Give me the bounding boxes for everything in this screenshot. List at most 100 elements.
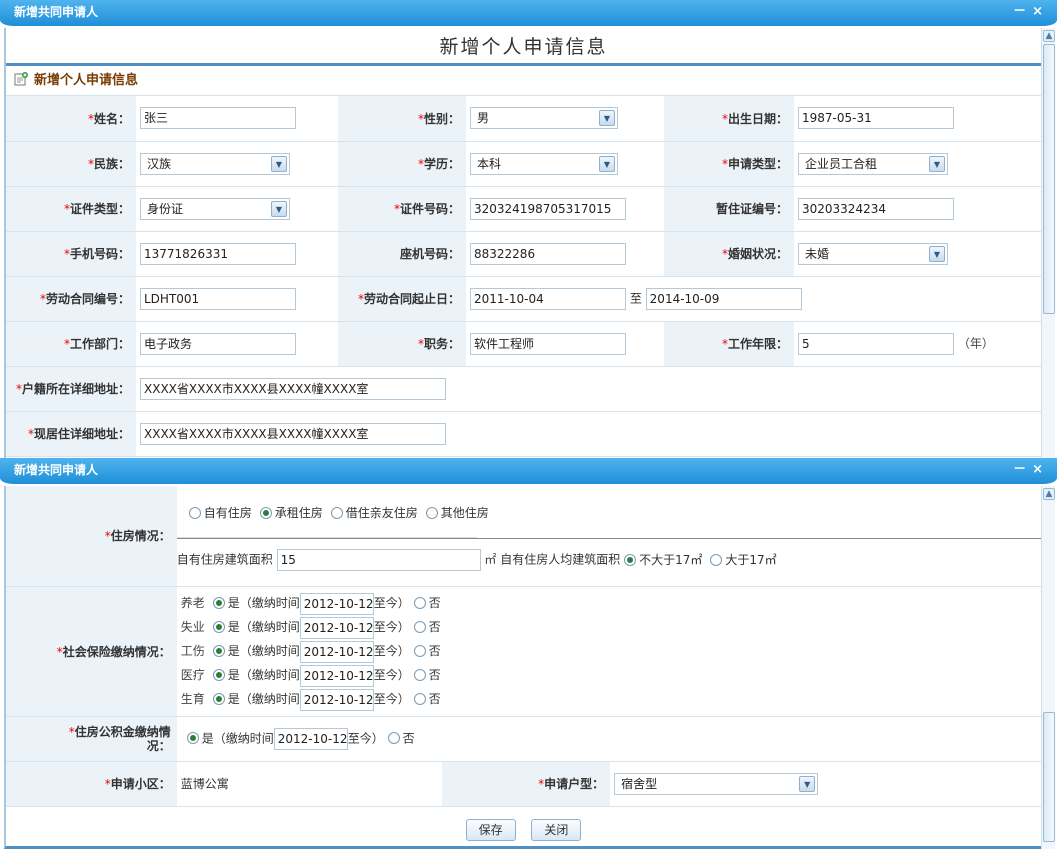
insurance-date-input[interactable]: 2012-10-12 — [299, 688, 374, 711]
hukou-address-input[interactable]: XXXX省XXXX市XXXX县XXXX幢XXXX室 — [140, 377, 446, 400]
field-label: *学历： — [338, 141, 466, 187]
work-years-input[interactable]: 5 — [798, 332, 954, 355]
close-icon[interactable]: × — [1032, 4, 1049, 19]
field-label: *婚姻状况： — [664, 231, 794, 277]
housing-option-rent[interactable]: 承租住房 — [259, 506, 323, 520]
chevron-down-icon[interactable]: ▼ — [929, 245, 945, 262]
window-controls: －× — [1013, 0, 1049, 24]
fund-date-input[interactable]: 2012-10-12 — [273, 727, 348, 750]
field-label: *职务： — [338, 321, 466, 367]
minimize-icon[interactable]: － — [1013, 4, 1032, 19]
radio-icon[interactable] — [413, 693, 426, 705]
radio-icon[interactable] — [425, 507, 438, 520]
landline-input[interactable]: 88322286 — [470, 242, 626, 265]
form-row: *现居住详细地址： XXXX省XXXX市XXXX县XXXX幢XXXX室 — [6, 411, 1041, 457]
vertical-scrollbar[interactable]: ▲ — [1041, 28, 1055, 458]
area-label: 自有住房建筑面积 — [176, 552, 273, 567]
scroll-thumb[interactable] — [1043, 44, 1055, 314]
scroll-up-icon[interactable]: ▲ — [1043, 30, 1055, 42]
button-bar: 保存 关闭 — [6, 807, 1041, 841]
birth-date-input[interactable]: 1987-05-31 — [798, 107, 954, 130]
area-input[interactable]: 15 — [276, 549, 481, 572]
contract-end-input[interactable]: 2014-10-09 — [645, 287, 802, 310]
chevron-down-icon[interactable]: ▼ — [599, 110, 615, 127]
insurance-date-input[interactable]: 2012-10-12 — [299, 640, 374, 663]
radio-selected-icon[interactable] — [212, 597, 225, 609]
temp-permit-input[interactable]: 30203324234 — [798, 197, 954, 220]
radio-icon[interactable] — [413, 621, 426, 633]
housing-option-borrow[interactable]: 借住亲友住房 — [330, 506, 418, 520]
scroll-up-icon[interactable]: ▲ — [1043, 488, 1055, 500]
chevron-down-icon[interactable]: ▼ — [271, 200, 287, 217]
contract-number-input[interactable]: LDHT001 — [140, 287, 296, 310]
radio-selected-icon[interactable] — [212, 621, 225, 633]
form-row: *民族： 汉族 ▼ *学历： 本科 ▼ *申请类型： 企业员工合租 ▼ — [6, 141, 1041, 187]
insurance-date-input[interactable]: 2012-10-12 — [299, 664, 374, 687]
save-button[interactable]: 保存 — [465, 818, 516, 841]
field-label: *证件类型： — [6, 186, 136, 232]
contract-start-input[interactable]: 2011-10-04 — [470, 287, 626, 310]
fund-group: 是（缴纳时间 2012-10-12至今） 否 — [176, 716, 1041, 762]
form-row: *证件类型： 身份证 ▼ *证件号码： 320324198705317015 暂住… — [6, 186, 1041, 232]
education-select[interactable]: 本科 ▼ — [470, 152, 618, 175]
radio-selected-icon[interactable] — [186, 732, 199, 744]
radio-icon[interactable] — [413, 669, 426, 681]
id-type-select[interactable]: 身份证 ▼ — [140, 197, 290, 220]
form-row: *住房情况： 自有住房 承租住房 借住亲友住房 其他住房 自有住房建筑面积 15 ㎡ … — [6, 486, 1041, 587]
unit-type-select[interactable]: 宿舍型 ▼ — [614, 772, 819, 795]
window-title: 新增共同申请人 — [14, 463, 99, 477]
radio-selected-icon[interactable] — [212, 693, 225, 705]
scroll-thumb[interactable] — [1043, 712, 1055, 842]
ethnicity-select[interactable]: 汉族 ▼ — [140, 152, 290, 175]
close-button[interactable]: 关闭 — [531, 818, 582, 841]
close-icon[interactable]: × — [1032, 462, 1049, 477]
field-label: *工作年限： — [664, 321, 794, 367]
name-input[interactable]: 张三 — [140, 107, 296, 130]
window-controls: －× — [1013, 458, 1049, 482]
chevron-down-icon[interactable]: ▼ — [271, 155, 287, 172]
window-bottom: 新增共同申请人 －× *住房情况： 自有住房 承租住房 借住亲友住房 其他住房 自有住… — [0, 458, 1057, 855]
minimize-icon[interactable]: － — [1013, 462, 1032, 477]
radio-icon[interactable] — [387, 732, 400, 744]
add-document-icon — [14, 68, 28, 86]
avg-option-le17[interactable]: 不大于17㎡ — [624, 553, 702, 567]
housing-option-own[interactable]: 自有住房 — [188, 506, 252, 520]
field-label: *社会保险缴纳情况： — [6, 586, 177, 717]
window-title: 新增共同申请人 — [14, 5, 99, 19]
radio-icon[interactable] — [413, 645, 426, 657]
gender-select[interactable]: 男 ▼ — [470, 107, 618, 130]
chevron-down-icon[interactable]: ▼ — [929, 155, 945, 172]
field-label: *手机号码： — [6, 231, 136, 277]
window-titlebar[interactable]: 新增共同申请人 －× — [0, 0, 1057, 26]
chevron-down-icon[interactable]: ▼ — [599, 155, 615, 172]
apply-type-select[interactable]: 企业员工合租 ▼ — [798, 152, 948, 175]
housing-info-table: *住房情况： 自有住房 承租住房 借住亲友住房 其他住房 自有住房建筑面积 15 ㎡ … — [6, 486, 1041, 807]
radio-selected-icon[interactable] — [212, 645, 225, 657]
radio-icon[interactable] — [710, 553, 723, 566]
field-label: *户籍所在详细地址： — [6, 366, 136, 412]
insurance-date-input[interactable]: 2012-10-12 — [299, 592, 374, 615]
id-number-input[interactable]: 320324198705317015 — [470, 197, 626, 220]
avg-option-gt17[interactable]: 大于17㎡ — [710, 553, 777, 567]
window-titlebar[interactable]: 新增共同申请人 －× — [0, 458, 1057, 484]
avg-area-label: 自有住房人均建筑面积 — [500, 552, 621, 567]
radio-icon[interactable] — [330, 507, 343, 520]
vertical-scrollbar[interactable]: ▲ — [1041, 486, 1055, 849]
form-row: *申请小区： 蓝博公寓 *申请户型： 宿舍型 ▼ — [6, 761, 1041, 807]
chevron-down-icon[interactable]: ▼ — [799, 775, 816, 792]
mobile-input[interactable]: 13771826331 — [140, 242, 296, 265]
radio-selected-icon[interactable] — [212, 669, 225, 681]
insurance-date-input[interactable]: 2012-10-12 — [299, 616, 374, 639]
radio-selected-icon[interactable] — [259, 507, 272, 520]
page-title: 新增个人申请信息 — [6, 28, 1041, 66]
housing-option-other[interactable]: 其他住房 — [425, 506, 489, 520]
department-input[interactable]: 电子政务 — [140, 332, 296, 355]
form-row: *劳动合同编号： LDHT001 *劳动合同起止日： 2011-10-04 至 … — [6, 276, 1041, 322]
current-address-input[interactable]: XXXX省XXXX市XXXX县XXXX幢XXXX室 — [140, 422, 446, 445]
marital-select[interactable]: 未婚 ▼ — [798, 242, 948, 265]
radio-selected-icon[interactable] — [624, 553, 637, 566]
field-label: *申请小区： — [6, 761, 177, 807]
radio-icon[interactable] — [188, 507, 201, 520]
position-input[interactable]: 软件工程师 — [470, 332, 626, 355]
radio-icon[interactable] — [413, 597, 426, 609]
